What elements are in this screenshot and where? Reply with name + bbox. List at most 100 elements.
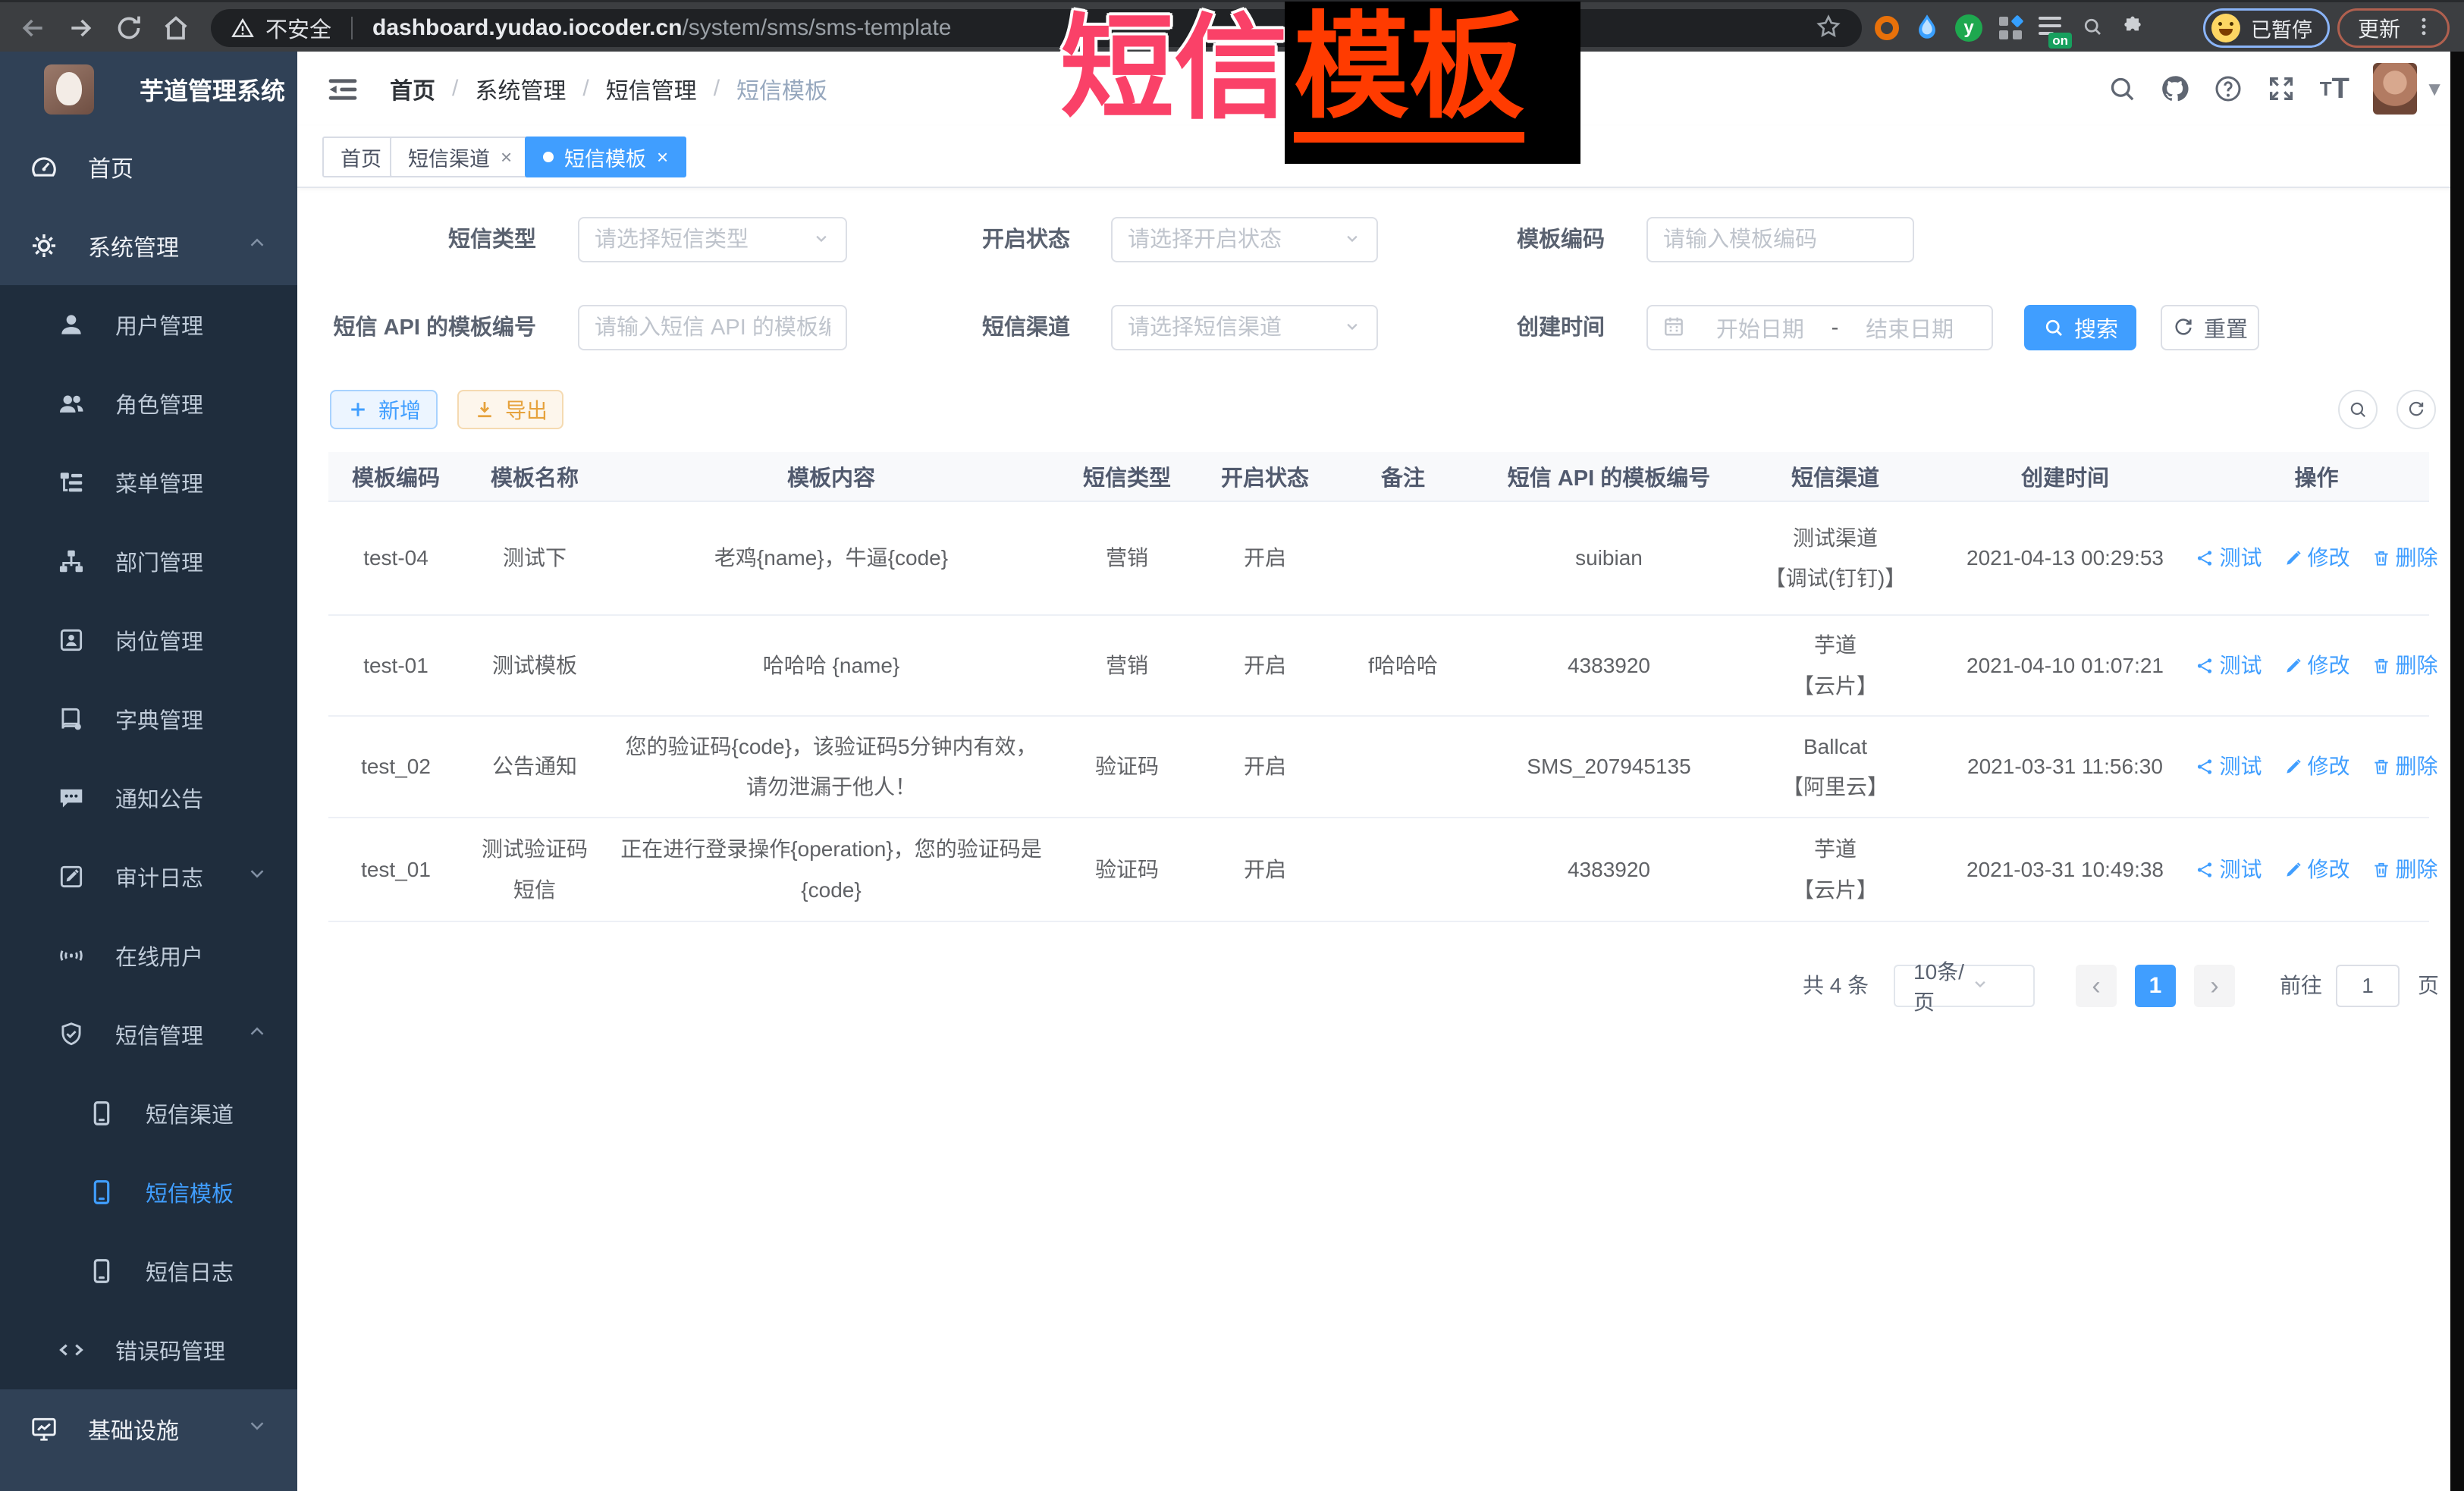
sidebar-item[interactable]: 岗位管理 <box>0 601 297 680</box>
sidebar-item[interactable]: 字典管理 <box>0 680 297 758</box>
sidebar-item[interactable]: 菜单管理 <box>0 443 297 522</box>
edit-link[interactable]: 修改 <box>2284 849 2350 890</box>
edit-link[interactable]: 修改 <box>2284 645 2350 686</box>
user-avatar[interactable] <box>2373 63 2417 115</box>
goto-page-input[interactable]: 1 <box>2336 965 2400 1007</box>
help-icon[interactable] <box>2202 52 2255 126</box>
delete-link[interactable]: 删除 <box>2371 849 2438 890</box>
github-icon[interactable] <box>2149 52 2202 126</box>
browser-update-button[interactable]: 更新 <box>2337 8 2450 48</box>
filter-label: 开启状态 <box>858 217 1070 262</box>
collapse-sidebar-icon[interactable] <box>326 73 359 106</box>
extension-orange-icon[interactable] <box>1875 16 1899 40</box>
extension-tool-icon[interactable] <box>2081 15 2104 42</box>
sidebar-item[interactable]: 在线用户 <box>0 916 297 995</box>
extensions-puzzle-icon[interactable] <box>2120 14 2145 42</box>
sidebar-item[interactable]: 首页 <box>0 127 297 206</box>
date-end-placeholder[interactable]: 结束日期 <box>1841 312 1978 344</box>
font-size-icon[interactable]: TT <box>2308 52 2361 126</box>
address-bar[interactable]: 不安全 dashboard.yudao.iocoder.cn/system/sm… <box>211 9 1862 47</box>
delete-link[interactable]: 删除 <box>2371 538 2438 578</box>
current-page-button[interactable]: 1 <box>2135 965 2176 1007</box>
table-header: 模板编码模板名称模板内容短信类型开启状态备注短信 API 的模板编号短信渠道创建… <box>328 452 2429 502</box>
tab-sms-template[interactable]: 短信模板× <box>525 137 686 177</box>
template-code-input[interactable] <box>1662 227 1899 253</box>
cell-actions: 测试修改删除 <box>2204 502 2429 614</box>
search-button[interactable]: 搜索 <box>2024 305 2136 350</box>
tab-home[interactable]: 首页 <box>322 137 400 177</box>
extension-list-icon[interactable]: on <box>2039 15 2064 41</box>
update-label: 更新 <box>2358 13 2400 43</box>
search-icon[interactable] <box>2095 52 2149 126</box>
sidebar-item[interactable]: 错误码管理 <box>0 1311 297 1389</box>
api-template-id-field[interactable] <box>578 305 847 350</box>
edit-link[interactable]: 修改 <box>2284 538 2350 578</box>
cell-channel: 芋道【云片】 <box>1744 818 1926 921</box>
browser-home-icon[interactable] <box>161 13 191 43</box>
sidebar-item[interactable]: 短信模板 <box>0 1153 297 1232</box>
breadcrumb-item[interactable]: 首页 <box>390 72 435 105</box>
sms-type-input[interactable] <box>593 227 806 253</box>
close-tab-icon[interactable]: × <box>501 147 512 167</box>
sidebar-item-label: 基础设施 <box>88 1412 179 1445</box>
extension-grid-icon[interactable] <box>1999 17 2022 39</box>
status-input[interactable] <box>1126 227 1337 253</box>
bookmark-star-icon[interactable] <box>1815 13 1842 44</box>
cell-status: 开启 <box>1197 616 1332 715</box>
test-link[interactable]: 测试 <box>2195 538 2262 578</box>
page-size-select[interactable]: 10条/页 <box>1894 965 2035 1007</box>
tab-sms-channel[interactable]: 短信渠道× <box>390 137 530 177</box>
date-range-picker[interactable]: 开始日期 - 结束日期 <box>1646 305 1993 350</box>
prev-page-button[interactable]: ‹ <box>2076 965 2117 1007</box>
test-link[interactable]: 测试 <box>2195 849 2262 890</box>
sidebar-item[interactable]: 短信日志 <box>0 1232 297 1311</box>
status-select[interactable] <box>1111 217 1378 262</box>
sidebar-item[interactable]: 用户管理 <box>0 285 297 364</box>
extension-green-icon[interactable]: y <box>1955 14 1982 42</box>
template-code-field[interactable] <box>1646 217 1914 262</box>
sidebar-item[interactable]: 基础设施 <box>0 1389 297 1468</box>
sidebar-item-label: 用户管理 <box>115 309 203 341</box>
table-search-toggle-button[interactable] <box>2338 390 2378 429</box>
browser-back-icon[interactable] <box>18 13 49 43</box>
omnibox-divider <box>351 17 353 39</box>
export-button[interactable]: 导出 <box>457 390 563 429</box>
sidebar-item[interactable]: 通知公告 <box>0 758 297 837</box>
logo[interactable]: 芋道管理系统 <box>0 52 297 127</box>
sidebar-item[interactable]: 审计日志 <box>0 837 297 916</box>
reset-button[interactable]: 重置 <box>2161 305 2259 350</box>
browser-forward-icon[interactable] <box>65 13 96 43</box>
date-start-placeholder[interactable]: 开始日期 <box>1692 312 1828 344</box>
delete-link[interactable]: 删除 <box>2371 645 2438 686</box>
sidebar-item[interactable]: 角色管理 <box>0 364 297 443</box>
delete-link[interactable]: 删除 <box>2371 746 2438 786</box>
extension-drop-icon[interactable] <box>1916 14 1938 43</box>
action-label: 测试 <box>2219 849 2262 890</box>
column-header: 创建时间 <box>1926 452 2204 501</box>
fullscreen-icon[interactable] <box>2255 52 2308 126</box>
security-label[interactable]: 不安全 <box>265 12 331 44</box>
breadcrumb-item[interactable]: 短信管理 <box>606 72 697 105</box>
sms-type-select[interactable] <box>578 217 847 262</box>
test-link[interactable]: 测试 <box>2195 746 2262 786</box>
edit-link[interactable]: 修改 <box>2284 746 2350 786</box>
sidebar-item[interactable]: 短信管理 <box>0 995 297 1074</box>
browser-reload-icon[interactable] <box>114 13 144 43</box>
sidebar-item[interactable]: 系统管理 <box>0 206 297 285</box>
sidebar-item[interactable]: 短信渠道 <box>0 1074 297 1153</box>
page-unit-label: 页 <box>2418 965 2439 1007</box>
avatar-caret-icon[interactable]: ▼ <box>2425 77 2444 101</box>
action-label: 修改 <box>2308 645 2350 686</box>
table-refresh-button[interactable] <box>2397 390 2436 429</box>
channel-select[interactable] <box>1111 305 1378 350</box>
close-tab-icon[interactable]: × <box>657 147 668 167</box>
test-link[interactable]: 测试 <box>2195 645 2262 686</box>
next-page-button[interactable]: › <box>2194 965 2235 1007</box>
api-template-id-input[interactable] <box>593 315 832 341</box>
sidebar-item[interactable]: 部门管理 <box>0 522 297 601</box>
browser-menu-icon[interactable] <box>2412 15 2435 42</box>
channel-input[interactable] <box>1126 315 1337 341</box>
breadcrumb-item[interactable]: 系统管理 <box>475 72 566 105</box>
browser-profile-button[interactable]: 已暂停 <box>2203 8 2330 48</box>
add-button[interactable]: 新增 <box>330 390 438 429</box>
